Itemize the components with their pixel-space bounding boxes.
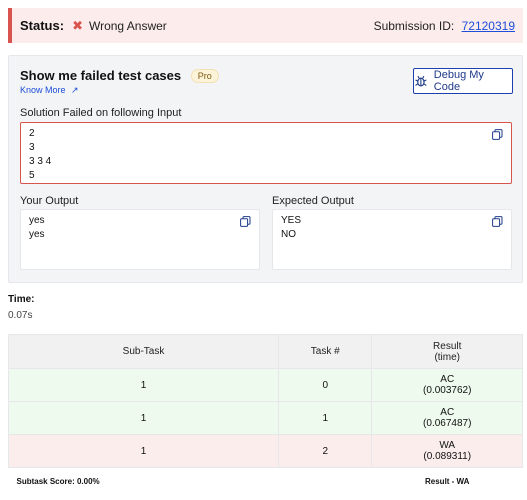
- pro-badge: Pro: [190, 69, 219, 83]
- failed-input-box[interactable]: 2 3 3 3 4 5: [20, 122, 512, 184]
- failed-test-cases-panel: Show me failed test cases Pro Know More …: [8, 55, 523, 283]
- cell-result: WA (0.089311): [371, 434, 523, 468]
- submission-id-link[interactable]: 72120319: [462, 19, 515, 33]
- result-verdict: AC: [440, 374, 455, 385]
- know-more-link[interactable]: Know More ↗: [20, 85, 79, 96]
- input-line: 3 3 4: [29, 156, 52, 167]
- cell-task: 2: [277, 434, 373, 468]
- submission-id: Submission ID: 72120319: [374, 19, 515, 33]
- cell-subtask: 1: [8, 401, 279, 435]
- result-time: (0.089311): [423, 451, 472, 462]
- result-time: (0.003762): [423, 385, 472, 396]
- cell-subtask: 1: [8, 368, 279, 402]
- header-result: Result (time): [371, 334, 523, 369]
- input-line: 3: [29, 142, 35, 153]
- your-output-line: yes: [29, 229, 45, 240]
- overall-result: Result - WA: [371, 467, 523, 496]
- bug-icon: [415, 75, 427, 87]
- table-row: 1 2 WA (0.089311): [8, 434, 523, 468]
- expected-output-box[interactable]: YES NO: [272, 209, 512, 270]
- copy-icon[interactable]: [240, 216, 251, 227]
- cell-result: AC (0.067487): [371, 401, 523, 435]
- cell-subtask: 1: [8, 434, 279, 468]
- copy-icon[interactable]: [492, 129, 503, 140]
- result-verdict: WA: [439, 440, 456, 451]
- panel-title-text: Show me failed test cases: [20, 68, 182, 83]
- expected-output-line: YES: [281, 215, 302, 226]
- debug-my-code-button[interactable]: Debug My Code: [413, 68, 513, 94]
- header-subtask: Sub-Task: [8, 334, 279, 369]
- your-output-box[interactable]: yes yes: [20, 209, 260, 270]
- cell-result: AC (0.003762): [371, 368, 523, 402]
- input-line: 2: [29, 128, 35, 139]
- time-label: Time:: [8, 294, 35, 305]
- summary-spacer: [278, 467, 372, 496]
- header-result-line2: (time): [434, 351, 461, 363]
- copy-icon[interactable]: [492, 216, 503, 227]
- summary-row: Subtask Score: 0.00% Result - WA: [8, 467, 523, 496]
- cell-task: 0: [277, 368, 373, 402]
- cell-task: 1: [277, 401, 373, 435]
- result-time: (0.067487): [423, 418, 472, 429]
- expected-output-label: Expected Output: [272, 195, 354, 207]
- panel-title: Show me failed test cases Pro: [20, 68, 219, 83]
- external-link-icon: ↗: [71, 85, 79, 95]
- header-result-line1: Result: [433, 340, 462, 352]
- table-header-row: Sub-Task Task # Result (time): [8, 334, 523, 369]
- status-result: Wrong Answer: [88, 18, 167, 33]
- cross-icon: ✖: [72, 17, 83, 33]
- result-verdict: AC: [440, 407, 455, 418]
- debug-button-label: Debug My Code: [433, 69, 484, 93]
- table-row: 1 0 AC (0.003762): [8, 368, 523, 402]
- header-task: Task #: [277, 334, 373, 369]
- subtask-score: Subtask Score: 0.00%: [8, 467, 279, 496]
- input-label: Solution Failed on following Input: [20, 107, 182, 119]
- your-output-label: Your Output: [20, 195, 79, 207]
- know-more-label: Know More: [20, 85, 66, 95]
- submission-id-label: Submission ID:: [373, 18, 455, 33]
- status-label: Status:: [20, 18, 65, 33]
- table-row: 1 1 AC (0.067487): [8, 401, 523, 435]
- input-line: 5: [29, 170, 35, 181]
- status-bar: Status: ✖ Wrong Answer Submission ID: 72…: [8, 8, 523, 43]
- your-output-line: yes: [29, 215, 45, 226]
- expected-output-line: NO: [281, 229, 296, 240]
- time-value: 0.07s: [8, 310, 33, 321]
- results-table: Sub-Task Task # Result (time) 1 0 AC (0.…: [8, 334, 523, 496]
